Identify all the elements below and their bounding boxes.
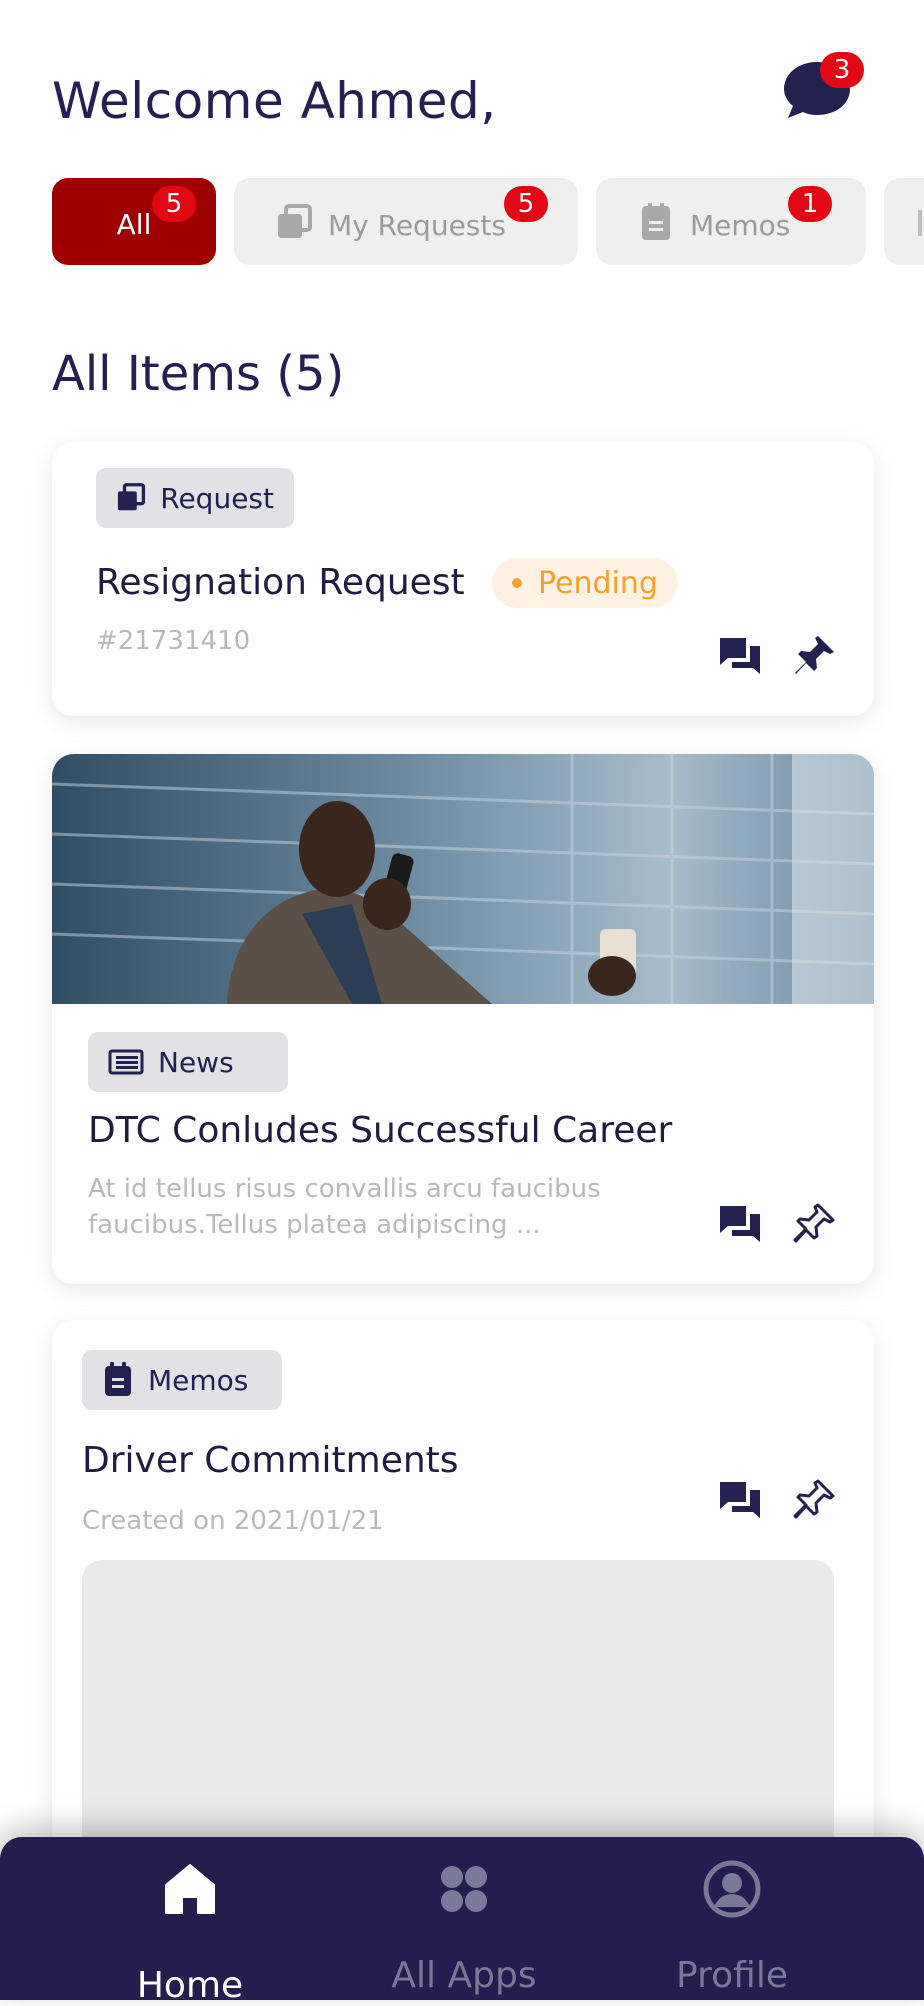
status-dot	[512, 578, 522, 588]
news-card[interactable]: News DTC Conludes Successful Career At i…	[52, 754, 874, 1284]
welcome-title: Welcome Ahmed,	[52, 72, 497, 130]
requests-icon	[278, 203, 312, 238]
chat-count-badge: 3	[820, 52, 864, 88]
pin-outline-icon[interactable]	[790, 1200, 838, 1248]
tab-my-requests-label: My Requests	[328, 209, 506, 242]
news-title: DTC Conludes Successful Career	[88, 1110, 673, 1151]
pin-filled-icon[interactable]	[790, 632, 838, 680]
news-excerpt-line-1: At id tellus risus convallis arcu faucib…	[88, 1174, 601, 1204]
request-type-label: Request	[160, 481, 274, 515]
requests-icon	[117, 483, 146, 511]
memo-type-chip: Memos	[82, 1350, 282, 1410]
nav-all-apps[interactable]: All Apps	[344, 1837, 584, 2000]
memo-type-label: Memos	[148, 1363, 249, 1397]
partial-tab-icon	[918, 209, 922, 236]
comment-icon[interactable]	[716, 632, 764, 680]
profile-icon	[703, 1860, 761, 1918]
news-excerpt-line-2: faucibus.Tellus platea adipiscing ...	[88, 1210, 541, 1240]
tab-all-badge: 5	[152, 186, 196, 222]
news-photo	[52, 754, 874, 1004]
status-label: Pending	[538, 565, 658, 601]
memo-preview-placeholder	[82, 1560, 834, 1880]
comment-icon[interactable]	[716, 1200, 764, 1248]
request-type-chip: Request	[96, 468, 294, 528]
tab-all[interactable]: All 5	[52, 178, 216, 265]
tab-all-label: All	[116, 208, 152, 241]
nav-profile[interactable]: Profile	[612, 1837, 852, 2000]
apps-icon	[441, 1866, 487, 1912]
nav-home[interactable]: Home	[70, 1837, 310, 2006]
request-id: #21731410	[96, 626, 251, 656]
status-badge: Pending	[492, 558, 678, 608]
memo-icon	[642, 202, 670, 240]
tab-memos[interactable]: Memos 1	[596, 178, 866, 265]
request-title: Resignation Request	[96, 562, 465, 603]
tab-my-requests[interactable]: My Requests 5	[234, 178, 578, 265]
memo-title: Driver Commitments	[82, 1440, 459, 1481]
nav-all-apps-label: All Apps	[391, 1955, 537, 1996]
memo-date: Created on 2021/01/21	[82, 1506, 384, 1536]
bottom-nav: Home All Apps Profile	[0, 1837, 924, 2006]
pin-outline-icon[interactable]	[790, 1476, 838, 1524]
news-icon	[108, 1049, 144, 1075]
tab-memos-label: Memos	[690, 209, 791, 242]
nav-profile-label: Profile	[676, 1955, 788, 1996]
memo-card[interactable]: Memos Driver Commitments Created on 2021…	[52, 1320, 874, 1880]
news-image	[52, 754, 874, 1004]
home-icon	[165, 1864, 215, 1914]
tab-my-requests-badge: 5	[504, 186, 548, 222]
tab-memos-badge: 1	[788, 186, 832, 222]
comment-icon[interactable]	[716, 1476, 764, 1524]
tab-more-partial[interactable]	[884, 178, 924, 265]
news-type-label: News	[158, 1045, 234, 1079]
request-card[interactable]: Request Resignation Request Pending #217…	[52, 442, 874, 716]
memo-icon	[105, 1362, 131, 1396]
section-title: All Items (5)	[52, 346, 345, 402]
news-type-chip: News	[88, 1032, 288, 1092]
